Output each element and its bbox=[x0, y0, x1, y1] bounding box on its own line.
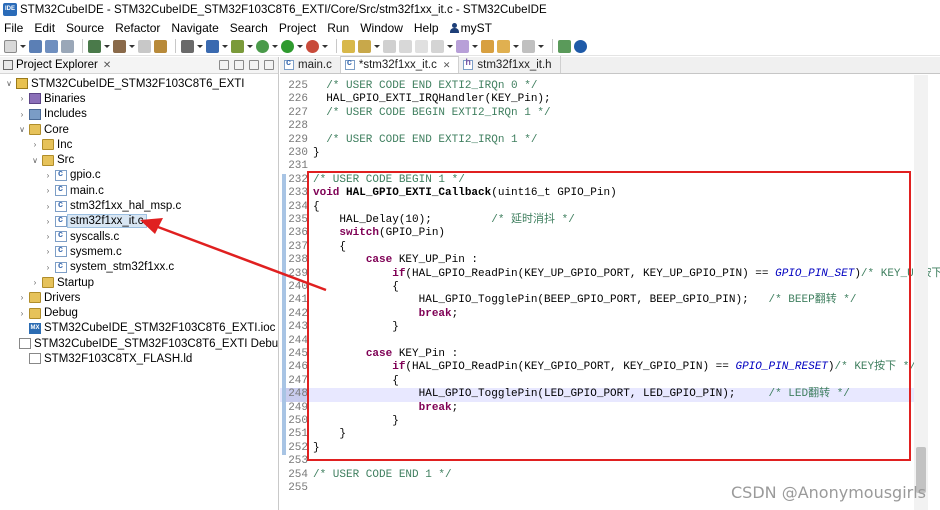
annotation-arrow bbox=[140, 218, 327, 292]
watermark: CSDN @Anonymousgirls bbox=[731, 483, 926, 502]
arrow-head bbox=[140, 218, 163, 234]
arrow-shaft bbox=[157, 225, 327, 292]
